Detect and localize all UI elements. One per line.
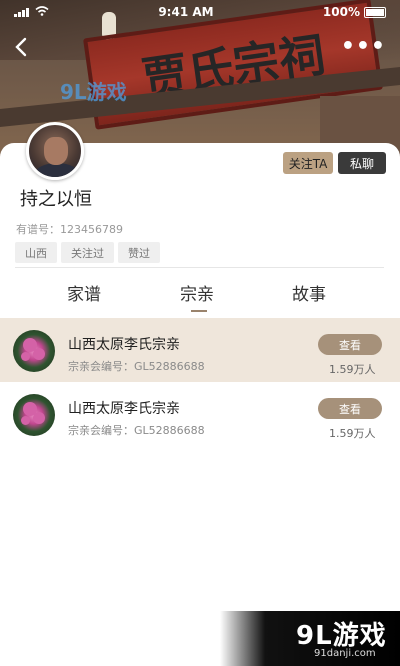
private-chat-button[interactable]: 私聊 xyxy=(338,152,386,174)
clan-code: 宗亲会编号：GL52886688 xyxy=(68,360,205,373)
clan-title: 山西太原李氏宗亲 xyxy=(68,337,180,353)
tag-region: 山西 xyxy=(15,242,57,263)
active-tab-indicator xyxy=(191,310,207,312)
clan-avatar xyxy=(13,394,55,436)
battery-indicator: 100% xyxy=(323,5,386,19)
tag-followed: 关注过 xyxy=(61,242,114,263)
list-item[interactable]: 山西太原李氏宗亲 宗亲会编号：GL52886688 查看 1.59万人 xyxy=(0,318,400,382)
watermark-logo-top: 9L游戏 xyxy=(60,80,127,104)
battery-percent: 100% xyxy=(322,5,360,19)
tab-stories[interactable]: 故事 xyxy=(292,280,326,305)
clan-title: 山西太原李氏宗亲 xyxy=(68,401,180,417)
tag-liked: 赞过 xyxy=(118,242,160,263)
status-left xyxy=(14,5,49,19)
view-button[interactable]: 查看 xyxy=(318,398,382,419)
clan-list: 山西太原李氏宗亲 宗亲会编号：GL52886688 查看 1.59万人 山西太原… xyxy=(0,318,400,446)
more-dots-icon[interactable]: ••• xyxy=(341,34,386,59)
tab-bar: 家谱 宗亲 故事 xyxy=(0,280,400,310)
status-bar: 9:41 AM 100% xyxy=(0,0,400,24)
profile-tags: 山西 关注过 赞过 xyxy=(15,242,160,263)
follow-button[interactable]: 关注TA xyxy=(283,152,333,174)
tab-clan[interactable]: 宗亲 xyxy=(180,280,214,305)
view-button[interactable]: 查看 xyxy=(318,334,382,355)
signal-icon xyxy=(14,7,29,17)
tab-family-tree[interactable]: 家谱 xyxy=(67,280,101,305)
status-time: 9:41 AM xyxy=(158,5,214,19)
member-count: 1.59万人 xyxy=(329,427,376,440)
back-icon[interactable] xyxy=(14,36,36,58)
battery-icon xyxy=(364,6,386,18)
watermark-logo-text: 9L游戏 xyxy=(296,621,387,651)
watermark-url: 91danji.com xyxy=(314,648,376,659)
genealogy-value: 123456789 xyxy=(60,223,123,236)
member-count: 1.59万人 xyxy=(329,363,376,376)
username: 持之以恒 xyxy=(20,189,92,210)
wifi-icon xyxy=(35,5,49,19)
genealogy-label: 有谱号： xyxy=(16,223,60,236)
divider xyxy=(15,267,384,268)
genealogy-number: 有谱号：123456789 xyxy=(16,221,123,237)
list-item[interactable]: 山西太原李氏宗亲 宗亲会编号：GL52886688 查看 1.59万人 xyxy=(0,382,400,446)
avatar[interactable] xyxy=(26,122,84,180)
watermark-logo-bottom: 9L游戏 91danji.com xyxy=(220,611,400,666)
clan-avatar xyxy=(13,330,55,372)
clan-code: 宗亲会编号：GL52886688 xyxy=(68,424,205,437)
